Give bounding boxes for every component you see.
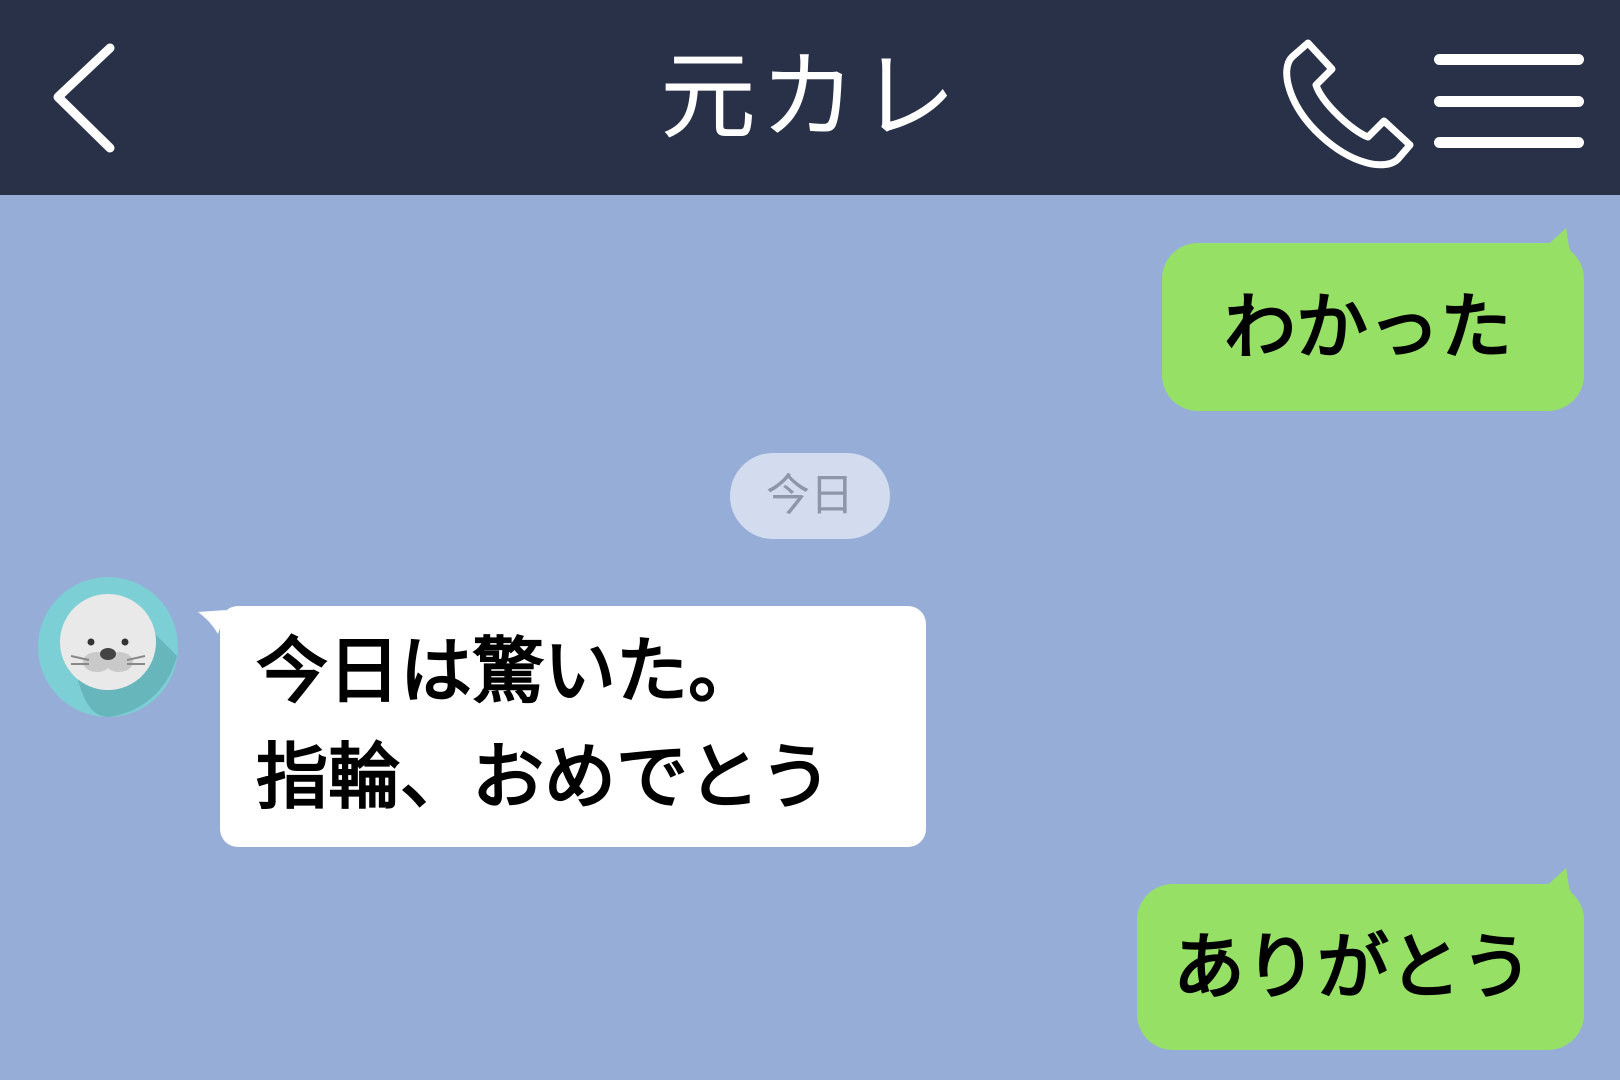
date-separator: 今日 bbox=[730, 453, 890, 539]
chat-header: 元カレ bbox=[0, 0, 1620, 195]
message-text: わかった bbox=[1224, 285, 1513, 369]
message-text: ありがとう bbox=[1173, 925, 1534, 1009]
menu-button[interactable] bbox=[1432, 48, 1588, 153]
sent-message-bubble[interactable]: ありがとう bbox=[1137, 884, 1584, 1050]
message-text-line2: 指輪、おめでとう bbox=[256, 735, 833, 819]
seal-avatar-icon[interactable] bbox=[37, 576, 179, 718]
call-button[interactable] bbox=[1280, 35, 1415, 170]
bubble-tail bbox=[1538, 868, 1572, 894]
message-text-line1: 今日は驚いた。 bbox=[256, 629, 761, 713]
hamburger-menu-icon bbox=[1434, 54, 1584, 148]
sent-message-bubble[interactable]: わかった bbox=[1162, 243, 1584, 411]
phone-icon bbox=[1283, 39, 1414, 169]
received-message-bubble[interactable]: 今日は驚いた。 指輪、おめでとう bbox=[220, 606, 926, 847]
bubble-tail bbox=[1538, 228, 1572, 254]
